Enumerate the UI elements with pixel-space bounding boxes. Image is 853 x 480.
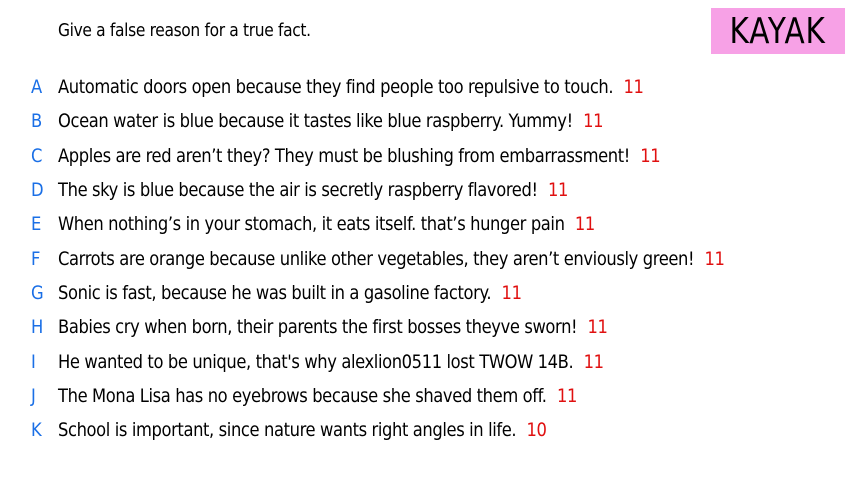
response-row: E When nothing’s in your stomach, it eat…: [0, 207, 853, 241]
logo-text: KAYAK: [729, 10, 827, 52]
response-score: 11: [623, 76, 644, 99]
response-score: 11: [501, 281, 522, 304]
response-letter: H: [31, 316, 44, 339]
response-letter: D: [31, 179, 44, 202]
response-text-wrap: School is important, since nature wants …: [58, 419, 547, 441]
response-text: When nothing’s in your stomach, it eats …: [58, 213, 565, 236]
response-list: A Automatic doors open because they find…: [0, 70, 853, 447]
response-score: 11: [547, 179, 568, 202]
kayak-logo: KAYAK: [711, 8, 845, 54]
response-text: Babies cry when born, their parents the …: [58, 316, 578, 339]
response-score: 11: [587, 316, 608, 339]
response-row: F Carrots are orange because unlike othe…: [0, 241, 853, 275]
response-score: 11: [704, 247, 725, 270]
response-text-wrap: Carrots are orange because unlike other …: [58, 248, 725, 270]
response-text: He wanted to be unique, that's why alexl…: [58, 350, 574, 373]
response-text: The Mona Lisa has no eyebrows because sh…: [58, 384, 547, 407]
response-letter: C: [31, 144, 43, 167]
response-text-wrap: Babies cry when born, their parents the …: [58, 316, 608, 338]
response-row: A Automatic doors open because they find…: [0, 70, 853, 104]
response-row: G Sonic is fast, because he was built in…: [0, 276, 853, 310]
response-text-wrap: He wanted to be unique, that's why alexl…: [58, 351, 604, 373]
response-text-wrap: Automatic doors open because they find p…: [58, 76, 644, 98]
response-text: School is important, since nature wants …: [58, 419, 517, 442]
response-text: Apples are red aren’t they? They must be…: [58, 144, 630, 167]
response-row: K School is important, since nature want…: [0, 413, 853, 447]
response-letter: K: [31, 419, 42, 442]
response-text-wrap: Sonic is fast, because he was built in a…: [58, 282, 522, 304]
prompt-text: Give a false reason for a true fact.: [58, 20, 311, 41]
response-row: J The Mona Lisa has no eyebrows because …: [0, 379, 853, 413]
response-letter: A: [31, 76, 43, 99]
response-text: Automatic doors open because they find p…: [58, 76, 614, 99]
response-score: 11: [574, 213, 595, 236]
response-letter: G: [31, 281, 44, 304]
response-score: 10: [526, 419, 547, 442]
response-row: C Apples are red aren’t they? They must …: [0, 139, 853, 173]
response-text: Ocean water is blue because it tastes li…: [58, 110, 573, 133]
response-text-wrap: When nothing’s in your stomach, it eats …: [58, 213, 595, 235]
response-score: 11: [583, 350, 604, 373]
response-text-wrap: Apples are red aren’t they? They must be…: [58, 144, 661, 167]
response-row: H Babies cry when born, their parents th…: [0, 310, 853, 344]
response-text-wrap: The sky is blue because the air is secre…: [58, 179, 568, 201]
response-text: Carrots are orange because unlike other …: [58, 247, 695, 270]
response-letter: F: [31, 247, 41, 270]
response-text-wrap: Ocean water is blue because it tastes li…: [58, 110, 603, 132]
response-text: The sky is blue because the air is secre…: [58, 179, 538, 202]
response-score: 11: [583, 110, 604, 133]
response-letter: B: [31, 110, 43, 133]
response-letter: E: [31, 213, 42, 236]
response-text: Sonic is fast, because he was built in a…: [58, 281, 492, 304]
response-letter: J: [31, 384, 36, 407]
response-text-wrap: The Mona Lisa has no eyebrows because sh…: [58, 385, 577, 407]
response-row: I He wanted to be unique, that's why ale…: [0, 344, 853, 378]
response-row: D The sky is blue because the air is sec…: [0, 173, 853, 207]
response-letter: I: [31, 350, 36, 373]
response-score: 11: [556, 384, 577, 407]
response-score: 11: [640, 144, 661, 167]
response-row: B Ocean water is blue because it tastes …: [0, 104, 853, 138]
